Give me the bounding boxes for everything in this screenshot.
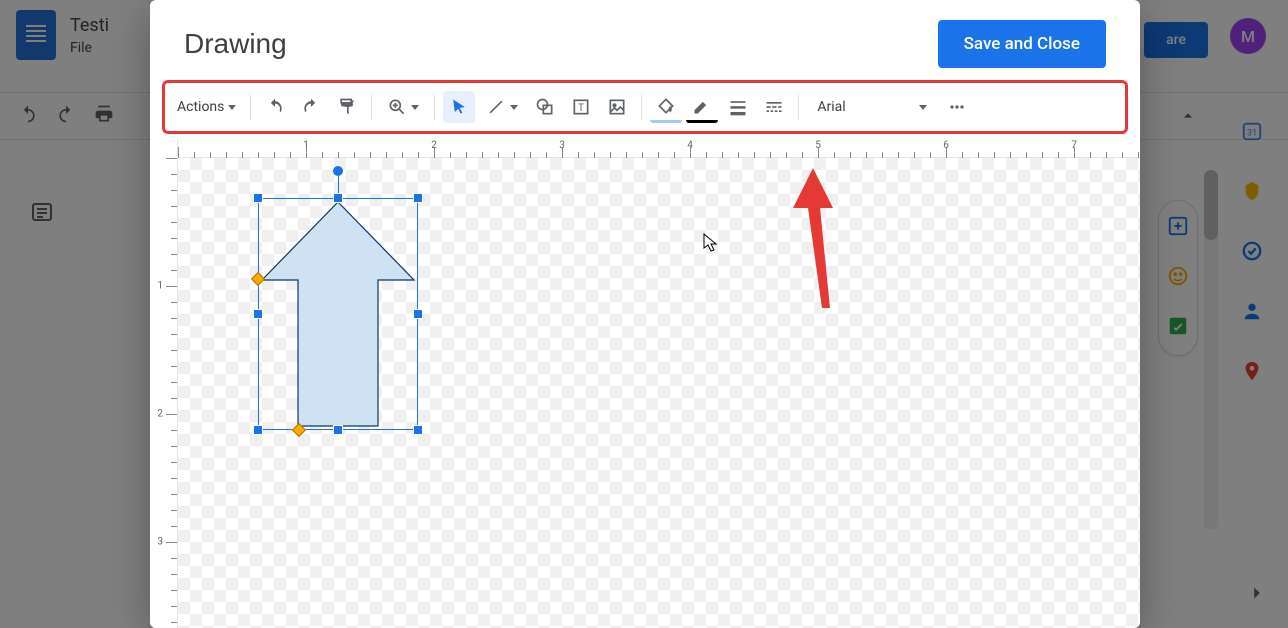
undo-button[interactable] <box>259 91 291 123</box>
annotation-arrow-icon <box>778 168 848 308</box>
chevron-down-icon <box>411 105 419 110</box>
resize-handle-w[interactable] <box>253 309 263 319</box>
save-and-close-button[interactable]: Save and Close <box>938 20 1106 68</box>
vertical-ruler: 123 <box>150 140 178 628</box>
resize-handle-e[interactable] <box>413 309 423 319</box>
border-color-button[interactable] <box>686 91 718 123</box>
modal-title: Drawing <box>184 28 287 60</box>
text-box-tool[interactable]: T <box>565 91 597 123</box>
horizontal-ruler: 1234567 <box>178 140 1140 158</box>
more-options-button[interactable] <box>941 91 973 123</box>
toolbar-highlight: Actions T <box>162 80 1128 134</box>
font-label: Arial <box>817 99 845 115</box>
redo-button[interactable] <box>295 91 327 123</box>
rotation-handle[interactable] <box>333 166 343 176</box>
font-family-dropdown[interactable]: Arial <box>807 92 937 122</box>
resize-handle-nw[interactable] <box>253 193 263 203</box>
resize-handle-sw[interactable] <box>253 425 263 435</box>
image-tool[interactable] <box>601 91 633 123</box>
drawing-toolbar: Actions T <box>171 87 1119 127</box>
paint-format-button[interactable] <box>331 91 363 123</box>
drawing-canvas[interactable] <box>178 158 1140 628</box>
mouse-cursor-icon <box>703 233 719 257</box>
shape-tool[interactable] <box>529 91 561 123</box>
selection-box <box>258 198 418 430</box>
actions-menu[interactable]: Actions <box>171 99 242 115</box>
selected-shape-arrow[interactable] <box>258 198 418 430</box>
line-tool[interactable] <box>479 91 525 123</box>
select-tool[interactable] <box>443 91 475 123</box>
actions-label: Actions <box>177 99 224 115</box>
resize-handle-s[interactable] <box>333 425 343 435</box>
drawing-modal: Drawing Save and Close Actions <box>150 0 1140 628</box>
border-dash-button[interactable] <box>758 91 790 123</box>
chevron-down-icon <box>919 105 927 110</box>
zoom-button[interactable] <box>380 91 426 123</box>
resize-handle-n[interactable] <box>333 193 343 203</box>
resize-handle-se[interactable] <box>413 425 423 435</box>
resize-handle-ne[interactable] <box>413 193 423 203</box>
border-weight-button[interactable] <box>722 91 754 123</box>
chevron-down-icon <box>228 105 236 110</box>
fill-color-button[interactable] <box>650 91 682 123</box>
svg-text:T: T <box>578 103 584 114</box>
chevron-down-icon <box>510 105 518 110</box>
